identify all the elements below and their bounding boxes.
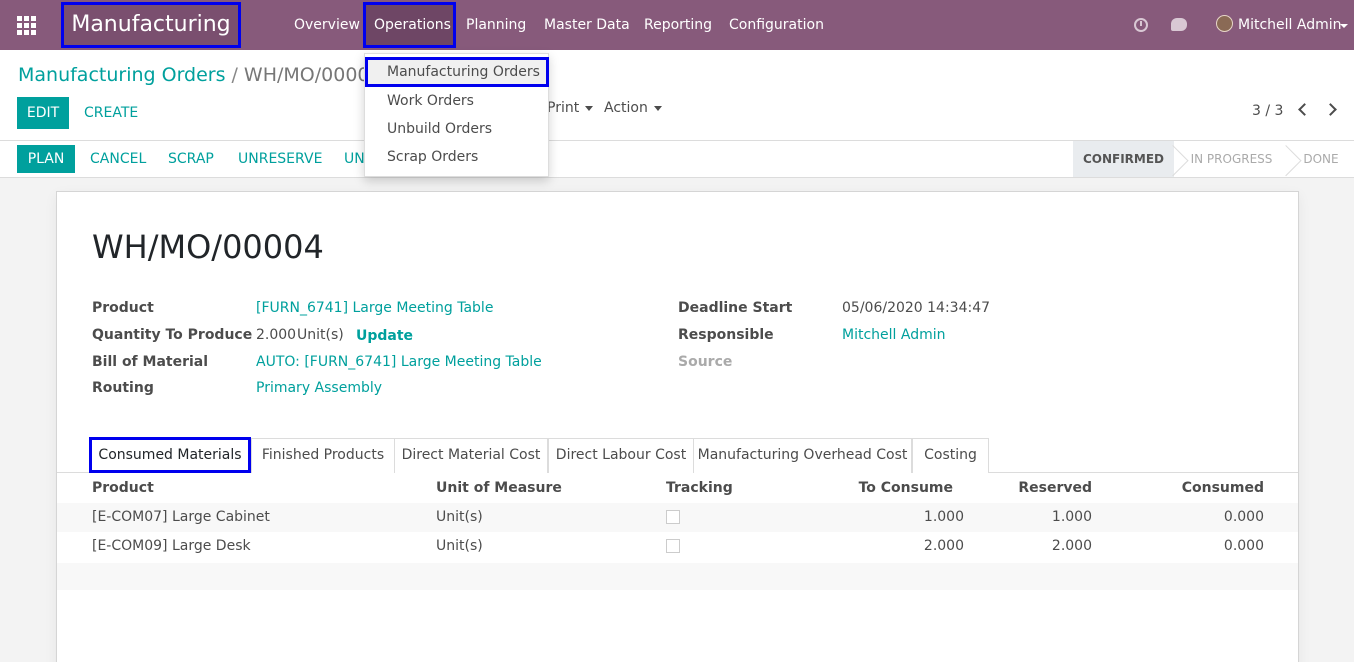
tracking-checkbox: [666, 539, 680, 553]
update-quantity-button[interactable]: Update: [356, 328, 413, 344]
chevron-left-icon[interactable]: [1298, 103, 1311, 116]
row-reserved: 1.000: [1051, 509, 1092, 525]
create-button[interactable]: CREATE: [84, 97, 138, 129]
notebook-tabs: Consumed Materials Finished Products Dir…: [57, 437, 1298, 473]
menu-scrap-orders[interactable]: Scrap Orders: [365, 143, 549, 171]
breadcrumb-current: WH/MO/00004: [243, 64, 382, 86]
chevron-down-icon: [653, 105, 662, 111]
tab-direct-material-cost[interactable]: Direct Material Cost: [394, 438, 548, 473]
deadline-value[interactable]: 05/06/2020 14:34:47: [842, 300, 990, 316]
unreserve-button[interactable]: UNRESERVE: [238, 145, 322, 173]
stage-separator: [1276, 141, 1294, 177]
bom-label: Bill of Material: [92, 354, 209, 370]
chat-icon[interactable]: [1171, 18, 1187, 31]
column-header-tracking[interactable]: Tracking: [666, 480, 733, 496]
user-menu[interactable]: Mitchell Admin: [1238, 0, 1342, 50]
tab-finished-products[interactable]: Finished Products: [251, 438, 395, 473]
unbuild-button[interactable]: UN: [344, 145, 365, 173]
clock-icon[interactable]: [1134, 18, 1148, 32]
row-consumed: 0.000: [1223, 538, 1264, 554]
row-consumed: 0.000: [1223, 509, 1264, 525]
apps-icon[interactable]: [17, 16, 37, 35]
deadline-label: Deadline Start: [678, 300, 793, 316]
row-reserved: 2.000: [1051, 538, 1092, 554]
menu-manufacturing-orders[interactable]: Manufacturing Orders: [365, 57, 549, 87]
control-panel: Manufacturing Orders / WH/MO/00004 EDIT CR…: [0, 50, 1354, 141]
action-dropdown[interactable]: Action: [604, 98, 662, 118]
quantity-label: Quantity To Produce: [92, 327, 253, 343]
print-dropdown[interactable]: Print: [547, 98, 594, 118]
column-header-to-consume[interactable]: To Consume: [802, 480, 953, 496]
stage-in-progress[interactable]: IN PROGRESS: [1182, 141, 1281, 177]
chevron-right-icon[interactable]: [1324, 103, 1337, 116]
column-header-consumed[interactable]: Consumed: [1114, 480, 1264, 496]
menu-work-orders[interactable]: Work Orders: [365, 87, 549, 115]
quantity-value: 2.000: [256, 327, 297, 343]
quantity-unit: Unit(s): [297, 327, 344, 343]
app-brand[interactable]: Manufacturing: [61, 2, 241, 48]
cancel-button[interactable]: CANCEL: [90, 145, 146, 173]
responsible-value[interactable]: Mitchell Admin: [842, 327, 946, 343]
stage-separator: [1163, 141, 1181, 177]
menu-planning[interactable]: Planning: [466, 0, 526, 50]
row-product: [E-COM07] Large Cabinet: [92, 509, 270, 525]
menu-overview[interactable]: Overview: [294, 0, 360, 50]
tab-manufacturing-overhead-cost[interactable]: Manufacturing Overhead Cost: [693, 438, 912, 473]
table-row[interactable]: [E-COM07] Large Cabinet Unit(s) 1.000 1.…: [57, 503, 1298, 532]
pager-value[interactable]: 3 / 3: [1252, 103, 1283, 119]
routing-label: Routing: [92, 380, 154, 396]
menu-master-data[interactable]: Master Data: [544, 0, 630, 50]
column-header-uom[interactable]: Unit of Measure: [436, 480, 562, 496]
tab-direct-labour-cost[interactable]: Direct Labour Cost: [548, 438, 694, 473]
edit-button[interactable]: EDIT: [17, 97, 69, 129]
chevron-down-icon: [585, 105, 594, 111]
plan-button[interactable]: PLAN: [17, 145, 75, 173]
action-label: Action: [604, 100, 648, 116]
product-value[interactable]: [FURN_6741] Large Meeting Table: [256, 300, 493, 316]
top-navbar: Manufacturing Overview Operations Planni…: [0, 0, 1354, 50]
row-uom: Unit(s): [436, 509, 483, 525]
chevron-down-icon[interactable]: [1340, 24, 1348, 28]
row-uom: Unit(s): [436, 538, 483, 554]
record-title: WH/MO/00004: [92, 228, 324, 266]
print-label: Print: [547, 100, 580, 116]
operations-dropdown-menu: Manufacturing Orders Work Orders Unbuild…: [364, 53, 549, 177]
column-header-reserved[interactable]: Reserved: [942, 480, 1092, 496]
table-empty-row: [57, 563, 1298, 590]
routing-value[interactable]: Primary Assembly: [256, 380, 382, 396]
avatar[interactable]: [1216, 15, 1233, 32]
menu-reporting[interactable]: Reporting: [644, 0, 712, 50]
breadcrumb-parent[interactable]: Manufacturing Orders: [18, 64, 226, 86]
breadcrumb-separator: /: [231, 64, 238, 86]
table-row[interactable]: [E-COM09] Large Desk Unit(s) 2.000 2.000…: [57, 532, 1298, 561]
form-sheet: WH/MO/00004 Product [FURN_6741] Large Me…: [56, 191, 1299, 662]
responsible-label: Responsible: [678, 327, 774, 343]
tab-consumed-materials[interactable]: Consumed Materials: [89, 437, 251, 473]
bom-value[interactable]: AUTO: [FURN_6741] Large Meeting Table: [256, 354, 542, 370]
tracking-checkbox: [666, 510, 680, 524]
tab-costing[interactable]: Costing: [912, 438, 989, 473]
column-header-product[interactable]: Product: [92, 480, 154, 496]
menu-unbuild-orders[interactable]: Unbuild Orders: [365, 115, 549, 143]
row-product: [E-COM09] Large Desk: [92, 538, 251, 554]
stage-done[interactable]: DONE: [1297, 141, 1345, 177]
scrap-button[interactable]: SCRAP: [168, 145, 214, 173]
menu-operations[interactable]: Operations: [363, 2, 456, 48]
source-label: Source: [678, 354, 733, 370]
status-bar: PLAN CANCEL SCRAP UNRESERVE UN CONFIRMED…: [0, 141, 1354, 178]
product-label: Product: [92, 300, 154, 316]
menu-configuration[interactable]: Configuration: [729, 0, 824, 50]
breadcrumb: Manufacturing Orders / WH/MO/00004: [18, 64, 382, 86]
